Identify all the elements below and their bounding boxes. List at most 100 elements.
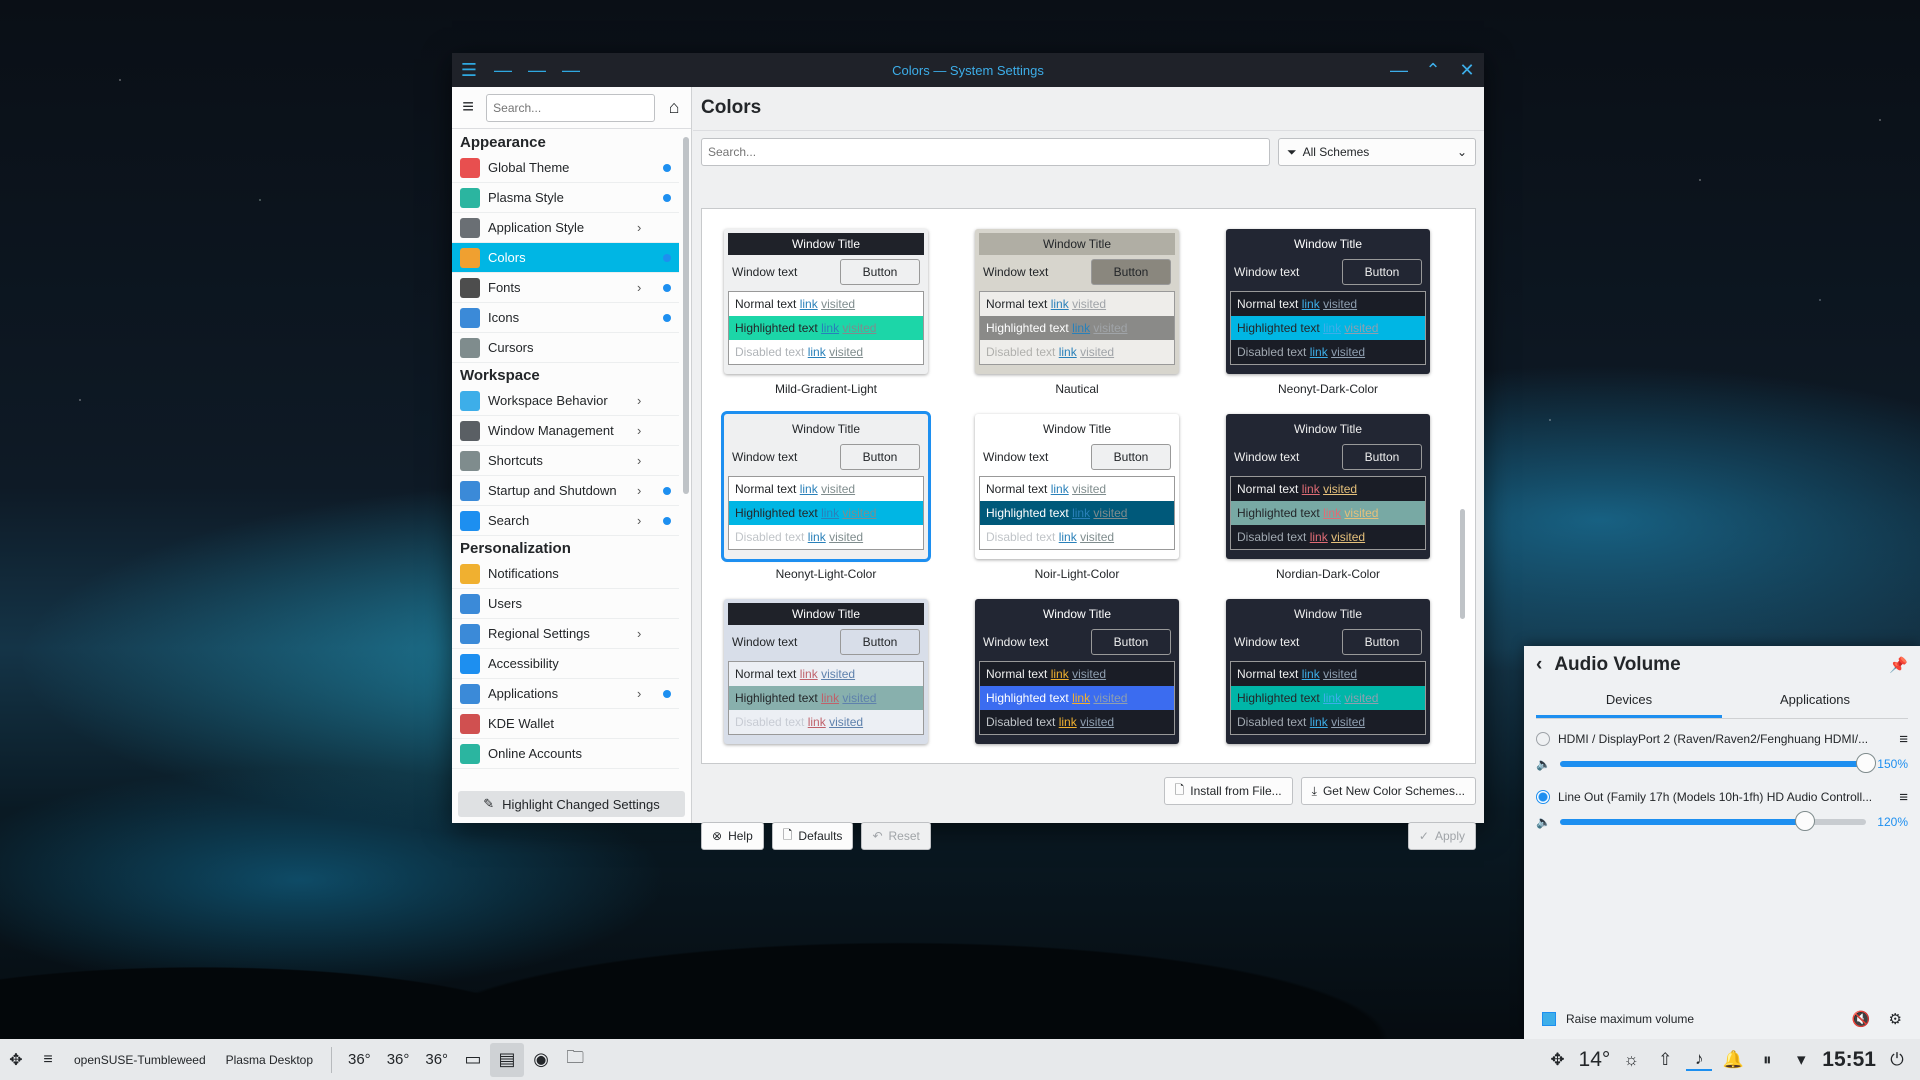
apply-label: Apply bbox=[1434, 829, 1465, 843]
color-scheme-preview[interactable]: Window Title Window text Button Normal t… bbox=[975, 414, 1179, 559]
audio-settings-icon[interactable]: ⚙ bbox=[1889, 1010, 1902, 1028]
hamburger-menu-icon[interactable]: ≡ bbox=[458, 96, 478, 119]
device-menu-icon[interactable]: ≡ bbox=[1899, 731, 1908, 748]
sidebar-item-window-management[interactable]: Window Management › bbox=[452, 416, 679, 446]
grid-scrollbar[interactable] bbox=[1460, 509, 1465, 619]
color-scheme-preview[interactable]: Window Title Window text Button Normal t… bbox=[1226, 599, 1430, 744]
home-icon[interactable]: ⌂ bbox=[663, 97, 685, 118]
window-titlebar[interactable]: ☰ — — — Colors — System Settings — ⌃ ✕ bbox=[452, 53, 1484, 87]
sidebar-scrollbar[interactable] bbox=[683, 137, 689, 494]
sidebar-item-regional-settings[interactable]: Regional Settings › bbox=[452, 619, 679, 649]
volume-knob[interactable] bbox=[1856, 753, 1876, 773]
color-scheme-preview[interactable]: Window Title Window text Button Normal t… bbox=[721, 411, 931, 562]
color-scheme-preview[interactable]: Window Title Window text Button Normal t… bbox=[1226, 229, 1430, 374]
updates-icon[interactable]: ⇧ bbox=[1652, 1050, 1678, 1070]
notifications-bell-icon[interactable]: 🔔 bbox=[1720, 1050, 1746, 1070]
device-radio[interactable] bbox=[1536, 732, 1550, 746]
preview-highlighted-line: Highlighted text link visited bbox=[980, 316, 1174, 340]
scheme-filter-dropdown[interactable]: ⏷ All Schemes ⌄ bbox=[1278, 138, 1476, 166]
highlight-changed-settings-button[interactable]: ✎ Highlight Changed Settings bbox=[458, 791, 685, 817]
color-scheme-item[interactable]: Window Title Window text Button Normal t… bbox=[975, 414, 1179, 581]
color-scheme-item[interactable]: Window Title Window text Button Normal t… bbox=[721, 411, 931, 581]
application-launcher-icon[interactable]: ✥ bbox=[0, 1050, 32, 1070]
maximize-icon[interactable]: ⌃ bbox=[1416, 60, 1450, 81]
close-icon[interactable]: ✕ bbox=[1450, 60, 1484, 81]
network-icon[interactable]: ✥ bbox=[1545, 1050, 1571, 1070]
scheme-search-input[interactable] bbox=[701, 138, 1270, 166]
colors-icon bbox=[460, 247, 480, 268]
color-scheme-preview[interactable]: Window Title Window text Button Normal t… bbox=[724, 599, 928, 744]
minimize-icon[interactable]: — bbox=[1382, 60, 1416, 81]
window-menu-icon[interactable]: ☰ bbox=[452, 60, 486, 81]
sidebar-search-input[interactable] bbox=[486, 93, 656, 122]
raise-max-volume-checkbox[interactable] bbox=[1542, 1012, 1556, 1026]
color-scheme-item[interactable]: Window Title Window text Button Normal t… bbox=[975, 229, 1179, 396]
media-pause-icon[interactable]: ⏸ bbox=[1754, 1050, 1780, 1070]
color-scheme-preview[interactable]: Window Title Window text Button Normal t… bbox=[724, 229, 928, 374]
help-button[interactable]: ⊗ Help bbox=[701, 822, 764, 850]
sidebar-item-label: Startup and Shutdown bbox=[488, 483, 617, 498]
color-scheme-item[interactable]: Window Title Window text Button Normal t… bbox=[1226, 229, 1430, 396]
weather-temperature[interactable]: 14° bbox=[1579, 1048, 1611, 1072]
speaker-icon[interactable]: 🔈 bbox=[1536, 757, 1551, 771]
accessibility-icon bbox=[460, 653, 480, 674]
sidebar-item-colors[interactable]: Colors bbox=[452, 243, 679, 273]
sidebar-item-applications[interactable]: Applications › bbox=[452, 679, 679, 709]
defaults-button[interactable]: 🗋 Defaults bbox=[771, 822, 854, 850]
task-dolphin-file-manager[interactable]: 🗀 bbox=[558, 1043, 592, 1077]
sidebar-item-users[interactable]: Users bbox=[452, 589, 679, 619]
sidebar-item-workspace-behavior[interactable]: Workspace Behavior › bbox=[452, 386, 679, 416]
install-from-file-button[interactable]: 🗋 Install from File... bbox=[1163, 777, 1293, 805]
clock[interactable]: 15:51 bbox=[1822, 1048, 1876, 1072]
volume-slider[interactable] bbox=[1560, 753, 1876, 773]
color-scheme-preview[interactable]: Window Title Window text Button Normal t… bbox=[1226, 414, 1430, 559]
sidebar-item-global-theme[interactable]: Global Theme bbox=[452, 153, 679, 183]
speaker-icon[interactable]: 🔈 bbox=[1536, 815, 1551, 829]
color-scheme-item[interactable]: Window Title Window text Button Normal t… bbox=[724, 229, 928, 396]
apply-button[interactable]: ✓ Apply bbox=[1407, 822, 1476, 850]
sidebar-item-search[interactable]: Search › bbox=[452, 506, 679, 536]
titlebar-extra-button[interactable]: — bbox=[554, 60, 588, 81]
sidebar-item-cursors[interactable]: Cursors bbox=[452, 333, 679, 363]
task-firefox[interactable]: ◉ bbox=[524, 1043, 558, 1077]
sidebar-item-fonts[interactable]: Fonts › bbox=[452, 273, 679, 303]
tray-expand-icon[interactable]: ▾ bbox=[1788, 1050, 1814, 1070]
power-icon[interactable]: ⏻ bbox=[1884, 1050, 1910, 1070]
get-new-color-schemes-button[interactable]: ⤓ Get New Color Schemes... bbox=[1300, 777, 1476, 805]
task-desktop-preview[interactable]: ▭ bbox=[456, 1043, 490, 1077]
reset-button[interactable]: ↶ Reset bbox=[861, 822, 931, 850]
regional-settings-icon bbox=[460, 623, 480, 644]
sidebar-item-accessibility[interactable]: Accessibility bbox=[452, 649, 679, 679]
color-scheme-item[interactable]: Window Title Window text Button Normal t… bbox=[1226, 414, 1430, 581]
audio-volume-icon[interactable]: ♪ bbox=[1686, 1049, 1713, 1071]
sidebar-item-online-accounts[interactable]: Online Accounts bbox=[452, 739, 679, 769]
tab-devices[interactable]: Devices bbox=[1536, 684, 1722, 718]
sidebar-item-kde-wallet[interactable]: KDE Wallet bbox=[452, 709, 679, 739]
titlebar-extra-button[interactable]: — bbox=[486, 60, 520, 81]
device-menu-icon[interactable]: ≡ bbox=[1899, 789, 1908, 806]
task-system-settings[interactable]: ▤ bbox=[490, 1042, 525, 1077]
sidebar-item-plasma-style[interactable]: Plasma Style bbox=[452, 183, 679, 213]
sidebar-item-notifications[interactable]: Notifications bbox=[452, 559, 679, 589]
sidebar-item-startup-and-shutdown[interactable]: Startup and Shutdown › bbox=[452, 476, 679, 506]
color-scheme-item[interactable]: Window Title Window text Button Normal t… bbox=[724, 599, 928, 752]
brightness-icon[interactable]: ☼ bbox=[1618, 1050, 1644, 1070]
color-scheme-item[interactable]: Window Title Window text Button Normal t… bbox=[1226, 599, 1430, 752]
volume-slider[interactable] bbox=[1560, 811, 1866, 831]
pin-icon[interactable]: 📌 bbox=[1889, 656, 1908, 674]
sidebar-item-application-style[interactable]: Application Style › bbox=[452, 213, 679, 243]
device-radio[interactable] bbox=[1536, 790, 1550, 804]
tab-applications[interactable]: Applications bbox=[1722, 684, 1908, 718]
preview-disabled-line: Disabled text link visited bbox=[735, 345, 864, 359]
sidebar-item-shortcuts[interactable]: Shortcuts › bbox=[452, 446, 679, 476]
titlebar-extra-button[interactable]: — bbox=[520, 60, 554, 81]
color-scheme-preview[interactable]: Window Title Window text Button Normal t… bbox=[975, 229, 1179, 374]
volume-knob[interactable] bbox=[1794, 811, 1815, 831]
sidebar-item-icons[interactable]: Icons bbox=[452, 303, 679, 333]
sidebar-item-label: Notifications bbox=[488, 566, 559, 581]
fonts-icon bbox=[460, 277, 480, 298]
color-scheme-preview[interactable]: Window Title Window text Button Normal t… bbox=[975, 599, 1179, 744]
back-arrow-icon[interactable]: ‹ bbox=[1536, 654, 1542, 676]
mute-icon[interactable]: 🔇 bbox=[1852, 1010, 1871, 1028]
color-scheme-item[interactable]: Window Title Window text Button Normal t… bbox=[975, 599, 1179, 752]
